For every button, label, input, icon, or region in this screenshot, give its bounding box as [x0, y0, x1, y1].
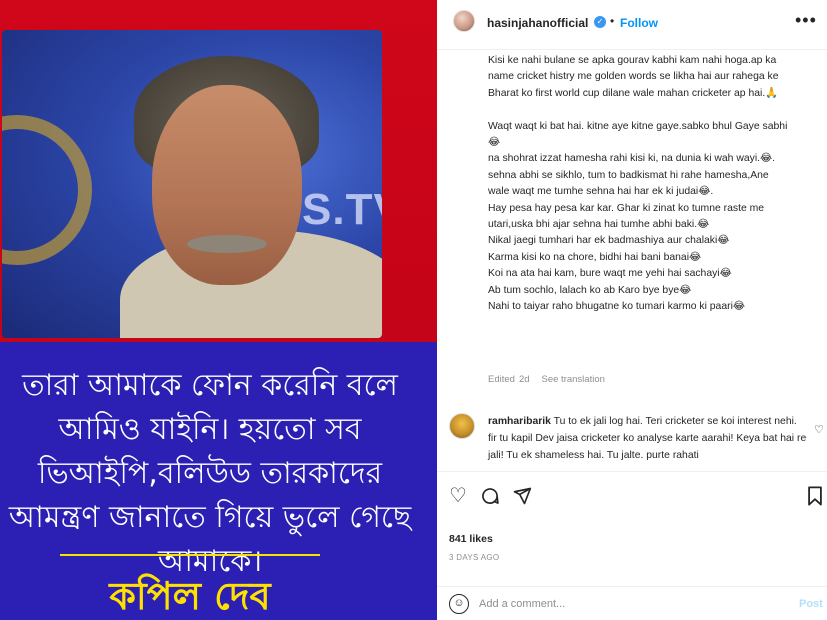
quote-panel: তারা আমাকে ফোন করেনি বলে আমিও যাইনি। হয়… — [0, 342, 437, 620]
verified-badge-icon: ✓ — [594, 16, 606, 28]
comments-section[interactable]: Kisi ke nahi bulane se apka gourav kabhi… — [437, 51, 827, 471]
edited-label: Edited — [488, 374, 515, 385]
caption-meta: Edited 2d See translation — [488, 374, 613, 385]
see-translation-link[interactable]: See translation — [542, 374, 605, 385]
comment-bubble-icon[interactable] — [480, 486, 500, 510]
post-actions: ♡ 841 likes 3 DAYS AGO — [437, 471, 827, 586]
header-separator: • — [610, 14, 615, 28]
post-sidebar: hasinjahanofficial ✓ • Follow ••• Kisi k… — [437, 0, 827, 620]
comment-input[interactable] — [479, 593, 779, 615]
add-comment-bar: ☺ Post — [437, 586, 827, 620]
post-button[interactable]: Post — [799, 598, 823, 610]
paper-plane-icon[interactable] — [512, 486, 532, 510]
header-username[interactable]: hasinjahanofficial — [487, 16, 588, 30]
heart-icon[interactable]: ♡ — [449, 486, 467, 506]
caption-time: 2d — [518, 374, 530, 385]
quote-divider — [60, 554, 320, 556]
comment-like-icon[interactable]: ♡ — [814, 423, 824, 436]
background-logo-ring — [2, 115, 92, 265]
background-logo-text: S.TV — [302, 185, 382, 234]
follow-button[interactable]: Follow — [620, 16, 658, 30]
more-options-icon[interactable]: ••• — [795, 10, 817, 31]
bookmark-icon[interactable] — [807, 486, 823, 510]
emoji-smiley-icon[interactable]: ☺ — [449, 594, 469, 614]
comment-username[interactable]: ramharibarik — [488, 416, 551, 427]
person-mustache — [187, 235, 267, 253]
post-date: 3 DAYS AGO — [449, 553, 500, 562]
profile-avatar[interactable] — [453, 10, 475, 32]
bengali-name-text: কপিল দেব — [109, 574, 271, 618]
post-header: hasinjahanofficial ✓ • Follow ••• — [437, 0, 827, 50]
post-photo: S.TV — [2, 30, 382, 338]
bengali-quote-text: তারা আমাকে ফোন করেনি বলে আমিও যাইনি। হয়… — [8, 368, 412, 579]
comment-item: ramharibarik Tu to ek jali log hai. Teri… — [488, 413, 808, 464]
likes-count[interactable]: 841 likes — [449, 533, 493, 545]
commenter-avatar[interactable] — [449, 413, 475, 439]
post-image: S.TV তারা আমাকে ফোন করেনি বলে আমিও যাইনি… — [0, 0, 437, 620]
caption-text: Kisi ke nahi bulane se apka gourav kabhi… — [488, 55, 788, 313]
person-face — [152, 85, 302, 285]
